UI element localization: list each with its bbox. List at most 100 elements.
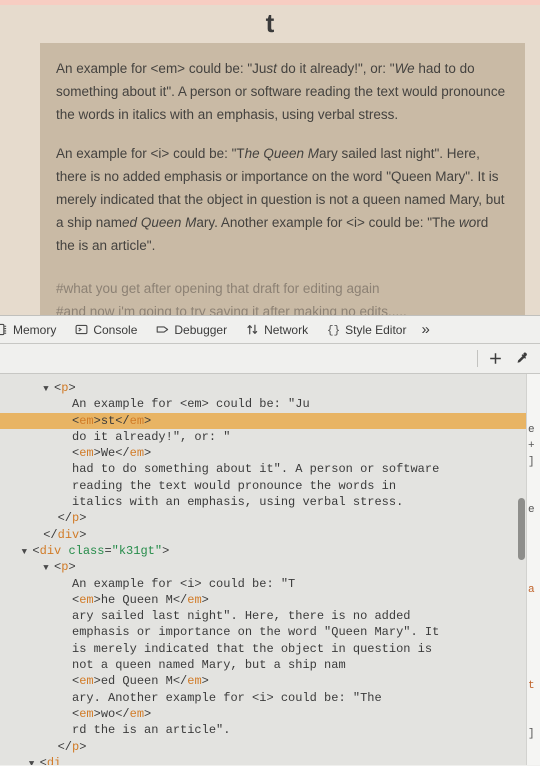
rules-line: ] (528, 456, 535, 468)
dom-txt: he Queen M (100, 592, 173, 607)
dom-node[interactable]: ▼ <p> (0, 559, 526, 575)
dom-node[interactable]: rd the is an article". (0, 722, 526, 738)
dom-node[interactable]: An example for <em> could be: "Ju (0, 396, 526, 412)
dom-node[interactable]: ▼ <div class="k31gt"> (0, 543, 526, 559)
dom-punct: > (93, 592, 101, 607)
tab-memory[interactable]: Memory (0, 316, 65, 343)
rules-line: e (528, 504, 535, 516)
plus-icon (489, 353, 501, 364)
expand-arrow-icon[interactable]: ▼ (43, 563, 54, 573)
tab-console[interactable]: Console (65, 316, 146, 343)
dom-txt: We (100, 446, 116, 461)
dom-tag: di (46, 755, 62, 765)
dom-txt: italics with an emphasis, using verbal s… (72, 495, 404, 510)
dom-punct: </ (115, 446, 130, 461)
dom-tree[interactable]: ▼ <p> An example for <em> could be: "Ju … (0, 374, 526, 765)
rules-line (527, 630, 540, 646)
dom-txt: wo (100, 706, 116, 721)
dom-punct: > (93, 413, 101, 428)
dom-node[interactable]: ary sailed last night". Here, there is n… (0, 608, 526, 624)
tab-debugger[interactable]: Debugger (146, 316, 236, 343)
expand-arrow-icon[interactable]: ▼ (43, 384, 54, 394)
dom-txt: rd the is an article". (72, 723, 231, 738)
rules-line (527, 374, 540, 390)
rules-line (527, 646, 540, 662)
dom-txt: An example for <em> could be: "Ju (72, 397, 310, 412)
dom-node[interactable]: <em>wo</em> (0, 706, 526, 722)
dom-node[interactable]: <em>ed Queen M</em> (0, 673, 526, 689)
dom-txt: do it already!", or: " (72, 429, 231, 444)
dom-node[interactable]: italics with an emphasis, using verbal s… (0, 494, 526, 510)
memory-icon (0, 323, 8, 337)
paragraph-list: An example for <em> could be: "Just do i… (56, 57, 507, 257)
dom-txt: reading the text would pronounce the wor… (72, 478, 397, 493)
markup-scrollbar-thumb[interactable] (518, 498, 525, 560)
dom-node[interactable]: ary. Another example for <i> could be: "… (0, 690, 526, 706)
plain-text: ary. Another example for <i> could be: "… (196, 215, 460, 230)
expand-arrow-icon[interactable]: ▼ (29, 759, 40, 765)
rules-line (527, 470, 540, 486)
dom-node[interactable]: emphasis or importance on the word "Quee… (0, 624, 526, 640)
dom-tag: em (129, 446, 145, 461)
rules-line: e (528, 424, 535, 436)
dom-punct: > (144, 706, 152, 721)
dom-node[interactable]: ▼ <di (0, 755, 526, 765)
dom-node[interactable]: </p> (0, 510, 526, 526)
dom-tag: em (79, 413, 94, 428)
tab-style-editor[interactable]: {} Style Editor (317, 316, 415, 343)
more-tabs-chevron-icon[interactable]: » (415, 322, 435, 337)
dom-tag: div (39, 543, 62, 558)
network-icon (245, 323, 259, 337)
emphasized-text: st (266, 61, 277, 76)
paragraph: An example for <em> could be: "Just do i… (56, 57, 507, 126)
dom-node[interactable]: </div> (0, 527, 526, 543)
rules-line (527, 566, 540, 582)
rules-panel-lines: e +] e a t] (527, 374, 540, 742)
dom-punct: < (32, 543, 40, 558)
dom-node[interactable]: do it already!", or: " (0, 429, 526, 445)
tab-label: Debugger (174, 322, 228, 337)
dom-txt: ed Queen M (100, 674, 173, 689)
rules-panel-sliver[interactable]: e +] e a t] (526, 374, 540, 765)
dom-node[interactable]: An example for <i> could be: "T (0, 576, 526, 592)
paragraph: An example for <i> could be: "The Queen … (56, 142, 507, 257)
dom-txt: not a queen named Mary, but a ship nam (72, 658, 346, 673)
dom-punct: > (68, 560, 76, 575)
dom-node[interactable]: is merely indicated that the object in q… (0, 641, 526, 657)
rules-line (527, 710, 540, 726)
inspector-toolbar (0, 344, 540, 374)
dom-node[interactable]: ▼ <p> (0, 380, 526, 396)
dom-node[interactable]: <em>he Queen M</em> (0, 592, 526, 608)
eyedropper-button[interactable] (508, 347, 534, 371)
dom-node-selected[interactable]: <em>st</em> (0, 412, 526, 429)
expand-arrow-icon[interactable]: ▼ (22, 547, 33, 557)
dom-node[interactable]: had to do something about it". A person … (0, 461, 526, 477)
tab-label: Network (264, 322, 309, 337)
dom-node[interactable]: <em>We</em> (0, 445, 526, 461)
dom-tag: em (187, 674, 202, 689)
dom-node[interactable]: reading the text would pronounce the wor… (0, 478, 526, 494)
markup-scrollbar[interactable] (517, 374, 526, 765)
style-editor-icon: {} (326, 323, 340, 337)
add-new-rule-button[interactable] (482, 347, 508, 371)
dom-punct: </ (172, 674, 188, 689)
emphasized-text: wo (459, 215, 477, 230)
dom-tag: em (129, 413, 145, 428)
rules-line (527, 550, 540, 566)
emphasized-text: ed Queen M (122, 215, 197, 230)
dom-punct: </ (57, 511, 73, 526)
tab-network[interactable]: Network (236, 316, 317, 343)
rules-line (527, 486, 540, 502)
dom-node[interactable]: not a queen named Mary, but a ship nam (0, 657, 526, 673)
dom-node[interactable]: </p> (0, 739, 526, 755)
